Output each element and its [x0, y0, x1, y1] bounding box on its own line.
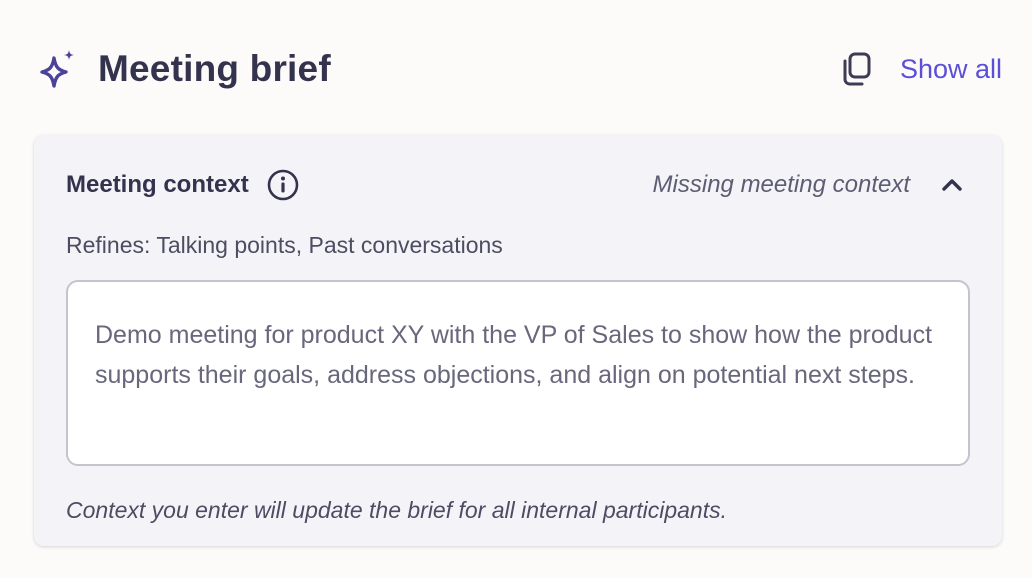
meeting-context-card: Meeting context Missing meeting context … — [34, 135, 1002, 546]
copy-icon[interactable] — [840, 51, 874, 87]
meeting-context-input[interactable]: Demo meeting for product XY with the VP … — [66, 280, 970, 466]
status-text: Missing meeting context — [652, 171, 910, 198]
refines-label: Refines: Talking points, Past conversati… — [66, 232, 503, 258]
show-all-link[interactable]: Show all — [900, 54, 1002, 85]
chevron-up-icon[interactable] — [938, 171, 966, 199]
sparkle-icon — [36, 47, 80, 91]
meeting-context-title: Meeting context — [66, 171, 249, 198]
meeting-brief-header: Meeting brief Show all — [36, 42, 1002, 96]
meeting-context-header[interactable]: Meeting context Missing meeting context — [66, 166, 966, 204]
header-actions: Show all — [840, 51, 1002, 87]
page-title: Meeting brief — [98, 48, 331, 89]
info-icon[interactable] — [267, 169, 299, 201]
context-footnote: Context you enter will update the brief … — [66, 497, 727, 523]
